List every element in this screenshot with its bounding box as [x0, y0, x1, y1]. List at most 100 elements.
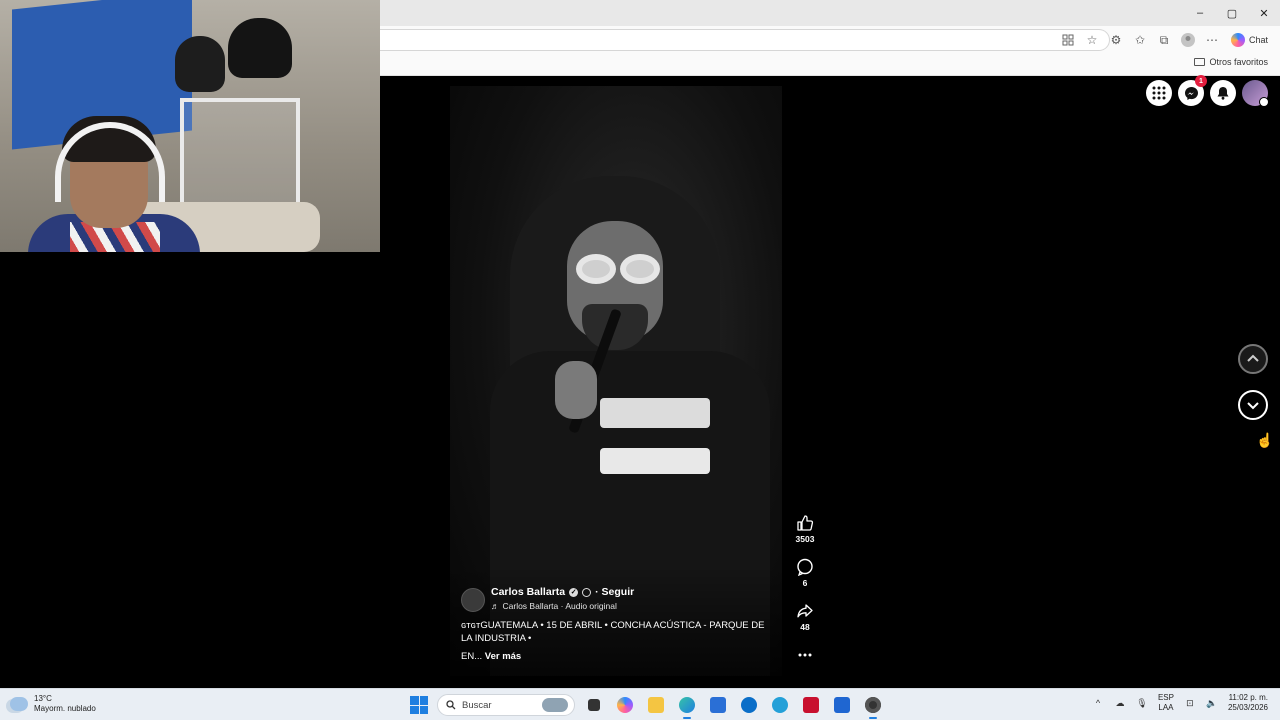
next-reel-button[interactable]	[1238, 390, 1268, 420]
clock-date: 25/03/2026	[1227, 703, 1268, 712]
grid-menu-icon	[1152, 86, 1166, 100]
toolbar-icons: ☆ ⚙ ✩ ⧉ ⋯ Chat	[1059, 30, 1272, 50]
video-frame-print	[600, 398, 710, 428]
more-options-button[interactable]	[796, 646, 814, 664]
audio-row[interactable]: ♬ Carlos Ballarta · Audio original	[491, 601, 634, 611]
like-button[interactable]: 3503	[796, 514, 814, 544]
comment-button[interactable]: 6	[796, 558, 814, 588]
apps-icon[interactable]	[1059, 31, 1077, 49]
recording-icon	[865, 697, 881, 713]
screen: – ▢ ✕ ☆ ⚙ ✩ ⧉ ⋯ Chat Otros favoritos Car…	[0, 0, 1280, 720]
file-explorer-button[interactable]	[644, 693, 668, 717]
globe-icon	[582, 587, 592, 597]
chevron-up-icon[interactable]: ^	[1092, 697, 1104, 709]
video-frame-glasses	[576, 254, 616, 284]
edge-icon	[679, 697, 695, 713]
start-button[interactable]	[408, 694, 430, 716]
see-more-link[interactable]: Ver más	[485, 651, 521, 662]
comment-icon	[797, 558, 813, 576]
facebook-top-actions: 1	[1146, 75, 1269, 107]
copilot-taskbar-button[interactable]	[613, 693, 637, 717]
task-view-button[interactable]	[582, 693, 606, 717]
video-frame-hand	[555, 361, 597, 419]
previous-reel-button[interactable]	[1238, 344, 1268, 374]
notifications-button[interactable]	[1210, 80, 1236, 106]
account-avatar[interactable]	[1242, 80, 1269, 107]
other-favorites-label: Otros favoritos	[1209, 57, 1268, 67]
menu-button[interactable]	[1146, 80, 1172, 106]
audio-label: Carlos Ballarta · Audio original	[502, 601, 617, 611]
folder-icon	[1194, 58, 1206, 66]
task-view-icon	[588, 699, 600, 711]
reel-actions: 3503 6 48	[790, 514, 820, 678]
music-note-icon: ♬	[491, 601, 500, 611]
cloud-sync-icon[interactable]: ☁	[1114, 697, 1126, 709]
mcafee-button[interactable]	[799, 693, 823, 717]
app-button[interactable]	[768, 693, 792, 717]
webcam-helmet	[228, 18, 292, 78]
copilot-icon	[1230, 33, 1245, 47]
more-icon[interactable]: ⋯	[1203, 31, 1221, 49]
chat-label: Chat	[1248, 35, 1268, 45]
temperature: 13°C	[34, 694, 52, 703]
weather-widget[interactable]: 13°C Mayorm. nublado	[10, 694, 96, 714]
window-controls: – ▢ ✕	[1184, 0, 1280, 26]
author-name[interactable]: Carlos Ballarta	[491, 586, 565, 598]
share-button[interactable]: 48	[796, 602, 814, 632]
webcam-shelf	[180, 98, 300, 208]
recording-app-button[interactable]	[861, 693, 885, 719]
share-count: 48	[800, 622, 810, 632]
network-icon[interactable]: ⊡	[1184, 697, 1196, 709]
video-frame-print	[600, 448, 710, 474]
search-placeholder: Buscar	[462, 699, 492, 711]
verified-icon: ✓	[569, 587, 579, 597]
reel-video[interactable]: Carlos Ballarta ✓ · Seguir ♬ Carlos Ball…	[450, 86, 782, 676]
search-highlight-art	[542, 698, 568, 712]
webcam-overlay	[0, 0, 380, 252]
taskbar-search[interactable]: Buscar	[437, 694, 575, 716]
taskbar: 13°C Mayorm. nublado Buscar ^ ☁ 🎙 ESP LA…	[0, 688, 1280, 720]
messenger-badge: 1	[1195, 75, 1207, 87]
copilot-chat-button[interactable]: Chat	[1227, 33, 1272, 47]
clock[interactable]: 11:02 p. m. 25/03/2026	[1228, 693, 1268, 713]
collections-icon[interactable]: ⧉	[1155, 31, 1173, 49]
maximize-button[interactable]: ▢	[1216, 0, 1248, 26]
author-name-line: Carlos Ballarta ✓ · Seguir	[491, 586, 634, 598]
outlook-button[interactable]	[830, 693, 854, 717]
hand-cursor-icon: ☝	[1256, 432, 1274, 448]
close-button[interactable]: ✕	[1248, 0, 1280, 26]
profile-icon[interactable]	[1179, 31, 1197, 49]
favorites-icon[interactable]: ✩	[1131, 31, 1149, 49]
store-button[interactable]	[706, 693, 730, 717]
thumbs-up-icon	[797, 515, 814, 531]
author-row: Carlos Ballarta ✓ · Seguir ♬ Carlos Ball…	[461, 586, 634, 612]
share-icon	[797, 604, 813, 618]
search-icon	[446, 700, 456, 710]
comment-count: 6	[802, 578, 808, 588]
minimize-button[interactable]: –	[1184, 0, 1216, 26]
messenger-icon	[1184, 86, 1198, 100]
clock-time: 11:02 p. m.	[1228, 693, 1268, 702]
volume-icon[interactable]: 🔈	[1206, 697, 1218, 709]
hp-icon	[741, 697, 757, 713]
language-indicator[interactable]: ESP LAA	[1158, 693, 1174, 713]
star-icon[interactable]: ☆	[1083, 31, 1101, 49]
hp-button[interactable]	[737, 693, 761, 717]
follow-button[interactable]: · Seguir	[595, 586, 634, 598]
mail-icon	[834, 697, 850, 713]
cloud-icon	[10, 697, 28, 711]
other-favorites-folder[interactable]: Otros favoritos	[1194, 57, 1268, 67]
author-avatar[interactable]	[461, 588, 485, 612]
caption-more-line: EN... Ver más	[461, 651, 521, 662]
bell-icon	[1217, 87, 1229, 100]
edge-taskbar-button[interactable]	[675, 693, 699, 719]
messenger-button[interactable]: 1	[1178, 75, 1207, 106]
video-frame-glasses	[620, 254, 660, 284]
chevron-down-icon	[1247, 402, 1259, 410]
extensions-icon[interactable]: ⚙	[1107, 31, 1125, 49]
more-horizontal-icon	[798, 653, 812, 657]
reel-caption: ɢᴛɢᴛGUATEMALA • 15 DE ABRIL • CONCHA ACÚ…	[461, 620, 765, 644]
folder-icon	[648, 697, 664, 713]
microphone-icon[interactable]: 🎙	[1136, 697, 1148, 709]
shield-icon	[803, 697, 819, 713]
